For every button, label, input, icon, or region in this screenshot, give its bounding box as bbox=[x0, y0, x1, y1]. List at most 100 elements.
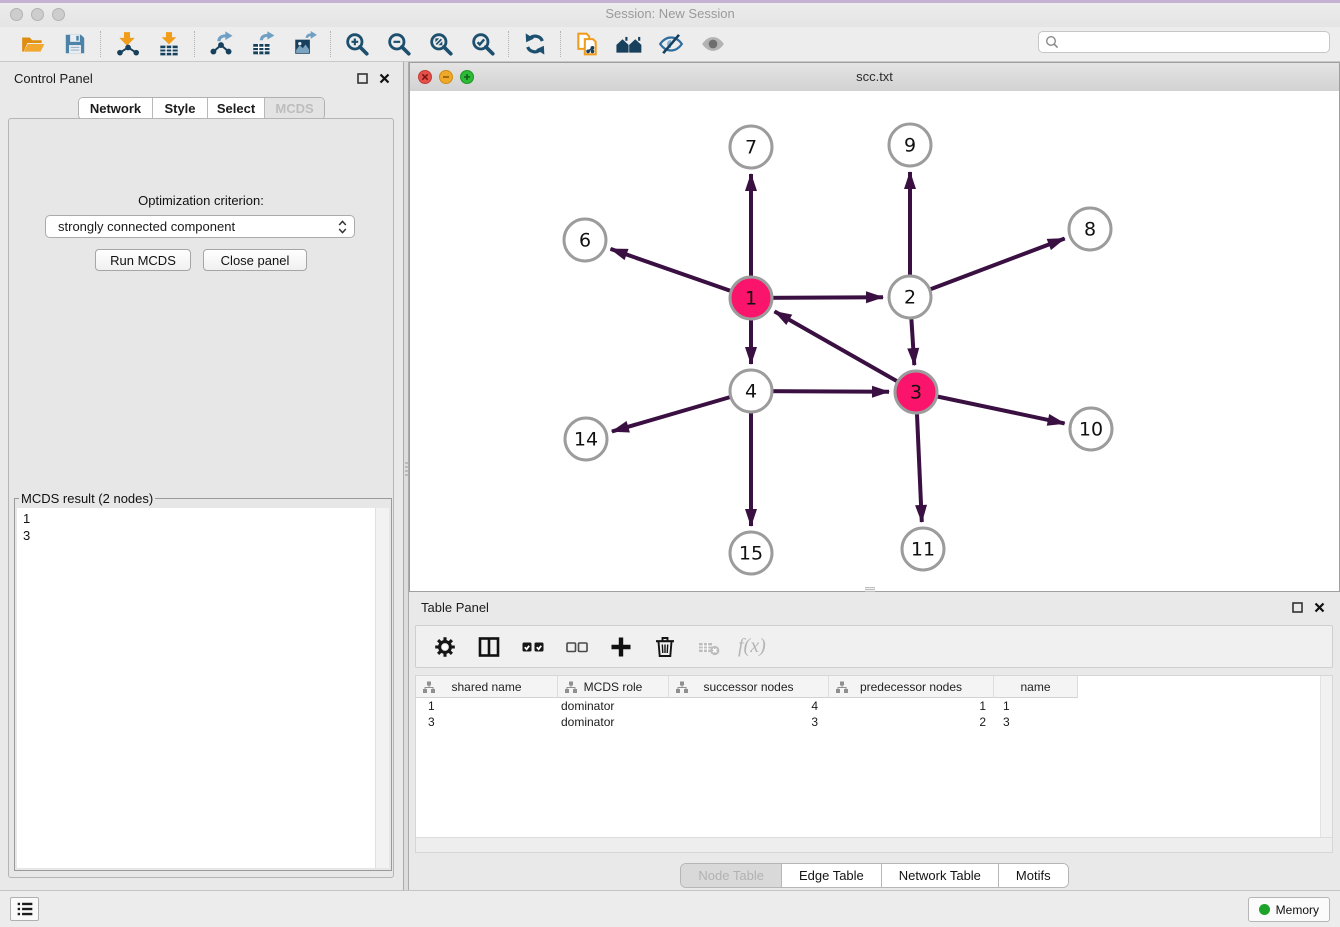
table-cell[interactable]: 3 bbox=[994, 714, 1078, 730]
search-input[interactable] bbox=[1063, 33, 1329, 51]
svg-text:9: 9 bbox=[904, 135, 916, 157]
tab-edge-table[interactable]: Edge Table bbox=[781, 864, 881, 887]
delete-table-icon[interactable] bbox=[694, 632, 724, 662]
show-graphics-icon[interactable] bbox=[696, 29, 730, 59]
table-cell[interactable]: 2 bbox=[829, 714, 994, 730]
mcds-panel: Optimization criterion: strongly connect… bbox=[8, 118, 394, 878]
open-folder-icon[interactable] bbox=[16, 29, 50, 59]
svg-text:11: 11 bbox=[911, 539, 935, 561]
export-network-icon[interactable] bbox=[204, 29, 238, 59]
mcds-result-box[interactable]: 1 3 bbox=[17, 508, 389, 868]
zoom-out-icon[interactable] bbox=[382, 29, 416, 59]
tab-select[interactable]: Select bbox=[207, 98, 264, 119]
copy-network-icon[interactable] bbox=[570, 29, 604, 59]
table-panel-float-icon[interactable] bbox=[1291, 601, 1304, 614]
table-cell[interactable]: 3 bbox=[669, 714, 829, 730]
table-vertical-scrollbar[interactable] bbox=[1320, 676, 1332, 838]
function-builder-icon[interactable]: f(x) bbox=[738, 635, 766, 658]
task-history-button[interactable] bbox=[10, 897, 39, 921]
table-tabs: Node TableEdge TableNetwork TableMotifs bbox=[409, 863, 1340, 888]
network-view-window: scc.txt 7968124314101511 bbox=[409, 62, 1340, 592]
mcds-result-scrollbar[interactable] bbox=[375, 508, 389, 868]
graph-node-9[interactable]: 9 bbox=[889, 124, 931, 166]
refresh-layout-icon[interactable] bbox=[518, 29, 552, 59]
list-icon bbox=[14, 898, 36, 920]
graph-node-1[interactable]: 1 bbox=[730, 277, 772, 319]
table-cell[interactable]: 1 bbox=[994, 698, 1078, 714]
tab-node-table[interactable]: Node Table bbox=[681, 864, 781, 887]
hierarchy-icon bbox=[565, 681, 577, 696]
tab-style[interactable]: Style bbox=[152, 98, 207, 119]
table-toolbar: f(x) bbox=[415, 625, 1333, 668]
tab-network[interactable]: Network bbox=[79, 98, 152, 119]
chevron-updown-icon bbox=[338, 219, 347, 238]
svg-text:15: 15 bbox=[739, 543, 763, 565]
graph-node-4[interactable]: 4 bbox=[730, 370, 772, 412]
control-panel-close-icon[interactable] bbox=[378, 72, 391, 85]
graph-node-6[interactable]: 6 bbox=[564, 219, 606, 261]
tab-mcds[interactable]: MCDS bbox=[264, 98, 324, 119]
column-label: shared name bbox=[451, 680, 521, 694]
mcds-result-text: 1 3 bbox=[23, 510, 30, 544]
run-mcds-button[interactable]: Run MCDS bbox=[95, 249, 191, 271]
control-panel-tabs: NetworkStyleSelectMCDS bbox=[78, 97, 325, 120]
table-horizontal-scrollbar[interactable] bbox=[416, 837, 1332, 852]
column-header-predecessor-nodes[interactable]: predecessor nodes bbox=[829, 676, 994, 698]
export-image-icon[interactable] bbox=[288, 29, 322, 59]
graph-edge-3-1[interactable] bbox=[775, 311, 917, 392]
graph-node-11[interactable]: 11 bbox=[902, 528, 944, 570]
svg-text:8: 8 bbox=[1084, 219, 1096, 241]
select-all-icon[interactable] bbox=[518, 632, 548, 662]
control-panel-float-icon[interactable] bbox=[356, 72, 369, 85]
column-header-shared-name[interactable]: shared name bbox=[416, 676, 558, 698]
control-panel-title: Control Panel bbox=[14, 71, 93, 86]
table-row[interactable]: 1dominator411 bbox=[416, 698, 1332, 714]
graph-node-7[interactable]: 7 bbox=[730, 126, 772, 168]
add-icon[interactable] bbox=[606, 632, 636, 662]
column-label: MCDS role bbox=[584, 680, 643, 694]
tab-network-table[interactable]: Network Table bbox=[881, 864, 998, 887]
zoom-fit-icon[interactable] bbox=[424, 29, 458, 59]
home-networks-icon[interactable] bbox=[612, 29, 646, 59]
import-table-icon[interactable] bbox=[152, 29, 186, 59]
status-bar: Memory bbox=[0, 890, 1340, 927]
import-network-icon[interactable] bbox=[110, 29, 144, 59]
hide-graphics-icon[interactable] bbox=[654, 29, 688, 59]
table-panel-close-icon[interactable] bbox=[1313, 601, 1326, 614]
zoom-in-icon[interactable] bbox=[340, 29, 374, 59]
zoom-selected-icon[interactable] bbox=[466, 29, 500, 59]
close-panel-button[interactable]: Close panel bbox=[203, 249, 307, 271]
graph-edge-2-8[interactable] bbox=[910, 239, 1065, 298]
gear-icon[interactable] bbox=[430, 632, 460, 662]
export-table-icon[interactable] bbox=[246, 29, 280, 59]
graph-node-3[interactable]: 3 bbox=[895, 371, 937, 413]
memory-button[interactable]: Memory bbox=[1248, 897, 1330, 922]
network-canvas[interactable]: 7 9 6 8 1 2 4 3 14 10 15 11 bbox=[410, 91, 1339, 591]
deselect-all-icon[interactable] bbox=[562, 632, 592, 662]
columns-icon[interactable] bbox=[474, 632, 504, 662]
optimization-criterion-dropdown[interactable]: strongly connected component bbox=[45, 215, 355, 238]
graph-node-10[interactable]: 10 bbox=[1070, 408, 1112, 450]
table-cell[interactable]: 4 bbox=[669, 698, 829, 714]
column-label: successor nodes bbox=[703, 680, 793, 694]
graph-edge-3-10[interactable] bbox=[916, 392, 1065, 423]
graph-node-2[interactable]: 2 bbox=[889, 276, 931, 318]
table-cell[interactable]: dominator bbox=[558, 698, 669, 714]
column-header-MCDS-role[interactable]: MCDS role bbox=[558, 676, 669, 698]
splitter-grip[interactable] bbox=[405, 462, 408, 478]
graph-node-8[interactable]: 8 bbox=[1069, 208, 1111, 250]
column-header-name[interactable]: name bbox=[994, 676, 1078, 698]
graph-node-14[interactable]: 14 bbox=[565, 418, 607, 460]
table-cell[interactable]: 1 bbox=[829, 698, 994, 714]
tab-motifs[interactable]: Motifs bbox=[998, 864, 1068, 887]
delete-icon[interactable] bbox=[650, 632, 680, 662]
table-cell[interactable]: 1 bbox=[416, 698, 558, 714]
column-header-successor-nodes[interactable]: successor nodes bbox=[669, 676, 829, 698]
table-cell[interactable]: 3 bbox=[416, 714, 558, 730]
save-session-icon[interactable] bbox=[58, 29, 92, 59]
graph-node-15[interactable]: 15 bbox=[730, 532, 772, 574]
table-row[interactable]: 3dominator323 bbox=[416, 714, 1332, 730]
svg-text:14: 14 bbox=[574, 429, 598, 451]
table-cell[interactable]: dominator bbox=[558, 714, 669, 730]
search-field[interactable] bbox=[1038, 31, 1330, 53]
